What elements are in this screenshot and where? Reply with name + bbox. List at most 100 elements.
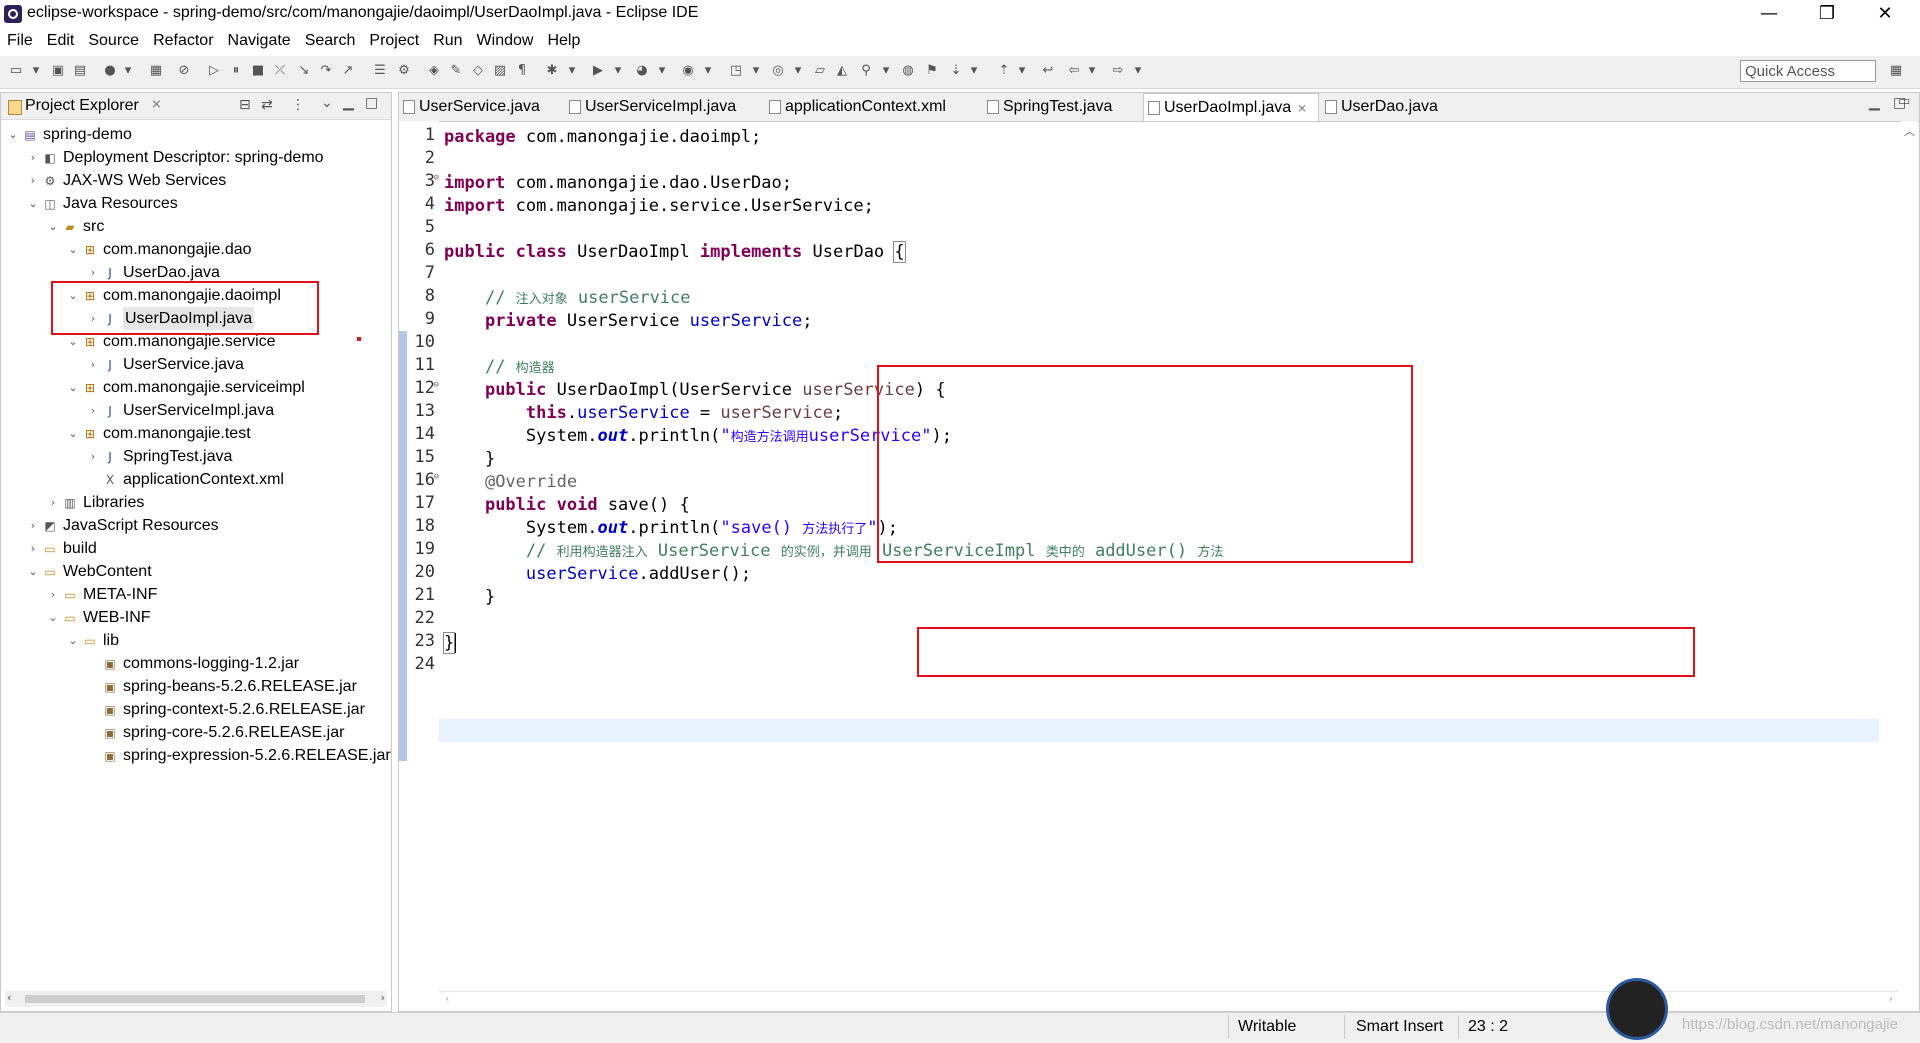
tree-item[interactable]: › J UserServiceImpl.java <box>1 399 389 422</box>
scroll-left-icon[interactable]: ‹ <box>445 992 449 1005</box>
open-type-icon[interactable]: ◈ <box>426 63 442 79</box>
vertical-scrollbar[interactable]: ︿ <box>1901 121 1917 991</box>
java-doc-icon[interactable]: ▨ <box>492 63 508 79</box>
chevron-down-icon[interactable]: ⌄ <box>321 95 333 111</box>
expand-toggle-icon[interactable]: ⌄ <box>67 629 79 652</box>
tab-userdao[interactable]: UserDao.java <box>1325 93 1438 121</box>
tree-item[interactable]: ▣ spring-context-5.2.6.RELEASE.jar <box>1 698 389 721</box>
tab-springtest[interactable]: SpringTest.java <box>987 93 1112 121</box>
resume-icon[interactable]: ▷ <box>206 63 222 79</box>
expand-toggle-icon[interactable]: ⌄ <box>27 192 39 215</box>
tree-item[interactable]: ⌄ ⊞ com.manongajie.dao <box>1 238 389 261</box>
dropdown-icon[interactable]: ▾ <box>610 63 626 79</box>
maximize-view-icon[interactable]: □ <box>365 95 378 111</box>
dropdown-icon[interactable]: ▾ <box>700 63 716 79</box>
minimize-view-icon[interactable]: ▁ <box>343 95 354 111</box>
console-icon[interactable]: ☰ <box>372 63 388 79</box>
tree-item[interactable]: › ▥ Libraries <box>1 491 389 514</box>
menu-help[interactable]: Help <box>540 32 587 50</box>
tree-item[interactable]: › ▭ build <box>1 537 389 560</box>
tree-item[interactable]: ⌄ ▤ spring-demo <box>1 123 389 146</box>
menu-refactor[interactable]: Refactor <box>146 32 220 50</box>
external-tools-icon[interactable]: ◉ <box>680 63 696 79</box>
dropdown-icon[interactable]: ▾ <box>1014 63 1030 79</box>
expand-toggle-icon[interactable]: ⌄ <box>27 560 39 583</box>
tree-item[interactable]: ▣ spring-beans-5.2.6.RELEASE.jar <box>1 675 389 698</box>
menu-search[interactable]: Search <box>298 32 363 50</box>
menu-edit[interactable]: Edit <box>40 32 82 50</box>
minimize-editor-icon[interactable]: ▁ <box>1869 95 1880 111</box>
step-over-icon[interactable]: ↷ <box>318 63 334 79</box>
menu-source[interactable]: Source <box>81 32 146 50</box>
tab-userdaoimpl[interactable]: UserDaoImpl.java ⨯ <box>1143 93 1319 121</box>
project-explorer-title[interactable]: Project Explorer <box>25 97 139 115</box>
tree-item[interactable]: › J UserService.java <box>1 353 389 376</box>
dropdown-icon[interactable]: ▾ <box>748 63 764 79</box>
scrollbar-thumb[interactable] <box>25 995 365 1003</box>
dropdown-icon[interactable]: ▾ <box>790 63 806 79</box>
terminate-icon[interactable]: ■ <box>250 63 266 79</box>
collapse-all-icon[interactable]: ⊟ <box>239 97 251 113</box>
tab-userservice[interactable]: UserService.java <box>403 93 540 121</box>
expand-toggle-icon[interactable]: › <box>87 399 99 422</box>
dropdown-icon[interactable]: ▾ <box>1130 63 1146 79</box>
last-edit-icon[interactable]: ↩ <box>1040 63 1056 79</box>
expand-toggle-icon[interactable]: ⌄ <box>67 238 79 261</box>
tree-item[interactable]: › ◩ JavaScript Resources <box>1 514 389 537</box>
tree-item[interactable]: ⌄ ⊞ com.manongajie.serviceimpl <box>1 376 389 399</box>
step-return-icon[interactable]: ↗ <box>340 63 356 79</box>
menu-window[interactable]: Window <box>470 32 541 50</box>
expand-toggle-icon[interactable]: ⌄ <box>67 422 79 445</box>
forward-icon[interactable]: ⇨ <box>1110 63 1126 79</box>
run-icon[interactable]: ▶ <box>590 63 606 79</box>
editor-horizontal-scrollbar[interactable]: ‹ › <box>439 991 1899 1008</box>
build-icon[interactable]: ⚙ <box>396 63 412 79</box>
globe-icon[interactable]: ◍ <box>900 63 916 79</box>
next-annotation-icon[interactable]: ⇣ <box>948 63 964 79</box>
debug-icon[interactable]: ✱ <box>544 63 560 79</box>
new-icon[interactable]: ▭ <box>8 63 24 79</box>
menu-project[interactable]: Project <box>362 32 426 50</box>
tree-item[interactable]: ▣ spring-expression-5.2.6.RELEASE.jar <box>1 744 390 767</box>
new-server-icon[interactable]: ◳ <box>728 63 744 79</box>
tree-item[interactable]: › J SpringTest.java <box>1 445 389 468</box>
pilcrow-icon[interactable]: ¶ <box>514 63 530 79</box>
open-perspective-icon[interactable]: ▦ <box>1888 63 1904 79</box>
highlight-icon[interactable]: ✎ <box>448 63 464 79</box>
coverage-icon[interactable]: ◕ <box>634 63 650 79</box>
expand-toggle-icon[interactable]: › <box>47 583 59 606</box>
restore-view-icon[interactable]: ▭ <box>1898 94 1918 109</box>
tree-item[interactable]: XapplicationContext.xml <box>1 468 389 491</box>
minimize-button[interactable]: — <box>1746 0 1792 28</box>
expand-toggle-icon[interactable]: › <box>27 146 39 169</box>
suspend-icon[interactable]: ⏸ <box>228 63 244 79</box>
expand-toggle-icon[interactable]: ⌄ <box>7 123 19 146</box>
tree-item[interactable]: › ⚙ JAX-WS Web Services <box>1 169 389 192</box>
tree-item[interactable]: › ▭ META-INF <box>1 583 389 606</box>
prev-annotation-icon[interactable]: ⇡ <box>996 63 1012 79</box>
scroll-right-icon[interactable]: › <box>381 991 385 1004</box>
close-button[interactable]: ✕ <box>1862 0 1908 28</box>
expand-toggle-icon[interactable]: ⌄ <box>67 376 79 399</box>
menu-file[interactable]: File <box>0 32 40 50</box>
dropdown-icon[interactable]: ▾ <box>654 63 670 79</box>
expand-toggle-icon[interactable]: ⌄ <box>47 215 59 238</box>
close-tab-icon[interactable]: ⨯ <box>1297 101 1307 115</box>
open-task-icon[interactable]: ◭ <box>834 63 850 79</box>
view-menu-icon[interactable]: ⋮ <box>291 97 305 113</box>
tree-item[interactable]: ⌄ ▭ WEB-INF <box>1 606 389 629</box>
user-icon[interactable]: ● <box>102 63 118 79</box>
tree-item[interactable]: ▣ spring-core-5.2.6.RELEASE.jar <box>1 721 389 744</box>
dropdown-icon[interactable]: ▾ <box>564 63 580 79</box>
dropdown-icon[interactable]: ▾ <box>120 63 136 79</box>
menu-run[interactable]: Run <box>426 32 469 50</box>
expand-toggle-icon[interactable]: › <box>27 169 39 192</box>
tree-item[interactable]: ⌄ ⊞ com.manongajie.test <box>1 422 389 445</box>
menu-navigate[interactable]: Navigate <box>221 32 298 50</box>
step-into-icon[interactable]: ↘ <box>296 63 312 79</box>
expand-toggle-icon[interactable]: › <box>27 537 39 560</box>
scroll-left-icon[interactable]: ‹ <box>7 991 11 1004</box>
tree-item[interactable]: ⌄ ▭ lib <box>1 629 389 652</box>
back-icon[interactable]: ⇦ <box>1066 63 1082 79</box>
pin-icon[interactable]: ⚑ <box>924 63 940 79</box>
